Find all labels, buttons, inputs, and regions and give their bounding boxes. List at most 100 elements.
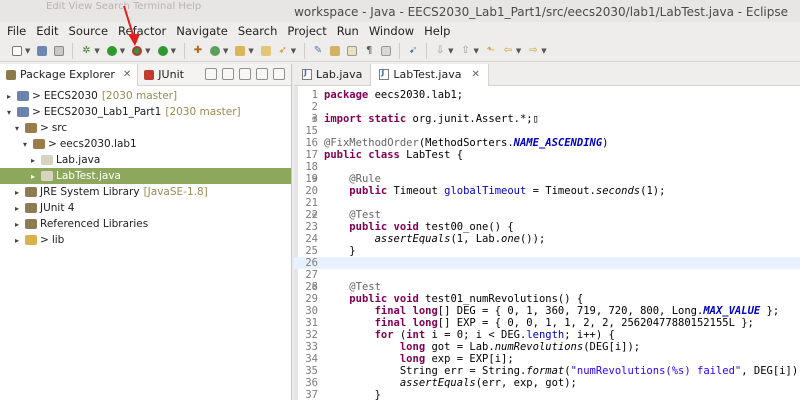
close-icon[interactable]: ✕ [471, 69, 479, 80]
menu-help[interactable]: Help [423, 23, 451, 39]
last-edit-icon[interactable]: ⬑ [484, 44, 498, 58]
maximize-icon[interactable] [273, 68, 285, 80]
expand-arrow-icon[interactable]: ▾ [12, 124, 22, 133]
tree-item[interactable]: ▸ Lab.java [0, 152, 291, 168]
chevron-down-icon[interactable]: ▼ [145, 47, 150, 55]
chevron-down-icon[interactable]: ▼ [474, 47, 479, 55]
line-number: 24 [294, 233, 324, 245]
code-line: 34 long exp = EXP[i]; [294, 353, 800, 365]
annotation-icon[interactable] [345, 44, 359, 58]
new-class-icon[interactable] [233, 44, 247, 58]
toggle-mark-icon[interactable]: ✎ [311, 44, 325, 58]
menu-search[interactable]: Search [237, 23, 279, 39]
expand-fold-icon[interactable]: ⊕ [312, 113, 317, 125]
collapse-fold-icon[interactable]: ⊖ [312, 209, 317, 221]
open-type-icon[interactable] [259, 44, 273, 58]
debug-icon[interactable]: ✲ [79, 44, 93, 58]
collapse-arrow-icon[interactable]: ▸ [28, 156, 38, 165]
chevron-down-icon[interactable]: ▼ [541, 47, 546, 55]
back-icon[interactable]: ⇦ [501, 44, 515, 58]
collapse-arrow-icon[interactable]: ▸ [12, 236, 22, 245]
chevron-down-icon[interactable]: ▼ [516, 47, 521, 55]
chevron-down-icon[interactable]: ▼ [94, 47, 99, 55]
previous-annotation-icon[interactable]: ⇧ [459, 44, 473, 58]
collapse-arrow-icon[interactable]: ▸ [12, 188, 22, 197]
tree-item[interactable]: ▾ > EECS2030_Lab1_Part1 [2030 master] [0, 104, 291, 120]
tree-item[interactable]: ▾ > src [0, 120, 291, 136]
menu-run[interactable]: Run [336, 23, 360, 39]
run-icon[interactable] [105, 44, 119, 58]
line-number: 30 [294, 305, 324, 317]
next-annotation-icon[interactable]: ⇩ [433, 44, 447, 58]
chevron-down-icon[interactable]: ▼ [291, 47, 296, 55]
tab-junit[interactable]: JUnit [138, 64, 190, 86]
tree-item[interactable]: ▸ > EECS2030 [2030 master] [0, 88, 291, 104]
tree-item[interactable]: ▸ JUnit 4 [0, 200, 291, 216]
menu-edit[interactable]: Edit [35, 23, 59, 39]
menu-navigate[interactable]: Navigate [175, 23, 229, 39]
tree-item[interactable]: ▸ > lib [0, 232, 291, 248]
open-task-icon[interactable] [328, 44, 342, 58]
library-icon [25, 187, 37, 197]
collapse-all-icon[interactable] [205, 68, 217, 80]
menu-project[interactable]: Project [286, 23, 327, 39]
view-menu-icon[interactable] [239, 68, 251, 80]
pin-icon[interactable]: ➹ [406, 44, 420, 58]
left-panel-toolbar [205, 68, 285, 80]
collapse-fold-icon[interactable]: ⊖ [312, 173, 317, 185]
tab-labtest-java[interactable]: LabTest.java ✕ [370, 63, 489, 86]
code-line: 3 ⊕ import static org.junit.Assert.*;▯ [294, 113, 800, 125]
tree-item[interactable]: ▸ LabTest.java [0, 168, 291, 184]
tree-item[interactable]: ▾ > eecs2030.lab1 [0, 136, 291, 152]
new-package-icon[interactable] [208, 44, 222, 58]
line-number: 16 [294, 137, 324, 149]
tab-package-explorer[interactable]: Package Explorer ✕ [0, 63, 139, 86]
block-select-icon[interactable] [379, 44, 393, 58]
tab-lab-java[interactable]: Lab.java [294, 64, 370, 86]
minimize-icon[interactable] [256, 68, 268, 80]
forward-icon[interactable]: ⇨ [526, 44, 540, 58]
code-line: 22 ⊖ @Test [294, 209, 800, 221]
collapse-arrow-icon[interactable]: ▸ [12, 220, 22, 229]
chevron-down-icon[interactable]: ▼ [248, 47, 253, 55]
chevron-down-icon[interactable]: ▼ [223, 47, 228, 55]
chevron-down-icon[interactable]: ▼ [448, 47, 453, 55]
menu-refactor[interactable]: Refactor [117, 23, 167, 39]
new-java-project-icon[interactable]: ✚ [191, 44, 205, 58]
tab-label: Package Explorer [20, 68, 115, 81]
link-with-editor-icon[interactable] [222, 68, 234, 80]
external-tools-icon[interactable] [156, 44, 170, 58]
line-number-text: 15 [305, 125, 318, 137]
toolbar-separator [399, 42, 401, 59]
collapse-arrow-icon[interactable]: ▸ [4, 92, 14, 101]
expand-arrow-icon[interactable]: ▾ [20, 140, 30, 149]
menu-source[interactable]: Source [68, 23, 110, 39]
collapse-arrow-icon[interactable]: ▸ [28, 172, 38, 181]
editor-tabs: Lab.java LabTest.java ✕ [294, 63, 800, 86]
coverage-icon[interactable] [130, 44, 144, 58]
chevron-down-icon[interactable]: ▼ [120, 47, 125, 55]
java-icon [41, 171, 53, 181]
code-line: 23 public void test00_one() { [294, 221, 800, 233]
code-line: 21 [294, 197, 800, 209]
code-area[interactable]: 1 package eecs2030.lab1; 2 3 ⊕ import static … [294, 86, 800, 400]
close-icon[interactable]: ✕ [123, 69, 131, 80]
line-number: 22 ⊖ [294, 209, 324, 221]
save-icon[interactable] [35, 44, 49, 58]
collapse-fold-icon[interactable]: ⊖ [312, 281, 317, 293]
expand-arrow-icon[interactable]: ▾ [4, 108, 14, 117]
chevron-down-icon[interactable]: ▼ [25, 47, 30, 55]
menu-window[interactable]: Window [368, 23, 415, 39]
code-line: 1 package eecs2030.lab1; [294, 89, 800, 101]
tree-item[interactable]: ▸ JRE System Library [JavaSE-1.8] [0, 184, 291, 200]
print-icon[interactable] [52, 44, 66, 58]
main-toolbar: ▼ ✲ ▼ ▼ ▼ ▼ ✚ ▼ ▼ ➶ ▼ ✎ ¶ ➹ ⇩ ▼ ⇧ ▼ ⬑ ⇦ ▼ ⇨ ▼ [0, 40, 800, 62]
search-icon[interactable]: ➶ [276, 44, 290, 58]
collapse-arrow-icon[interactable]: ▸ [12, 204, 22, 213]
chevron-down-icon[interactable]: ▼ [171, 47, 176, 55]
new-icon[interactable] [10, 44, 24, 58]
paragraph-icon[interactable]: ¶ [362, 44, 376, 58]
toolbar-separator [426, 42, 428, 59]
tree-item[interactable]: ▸ Referenced Libraries [0, 216, 291, 232]
menu-file[interactable]: File [6, 23, 27, 39]
